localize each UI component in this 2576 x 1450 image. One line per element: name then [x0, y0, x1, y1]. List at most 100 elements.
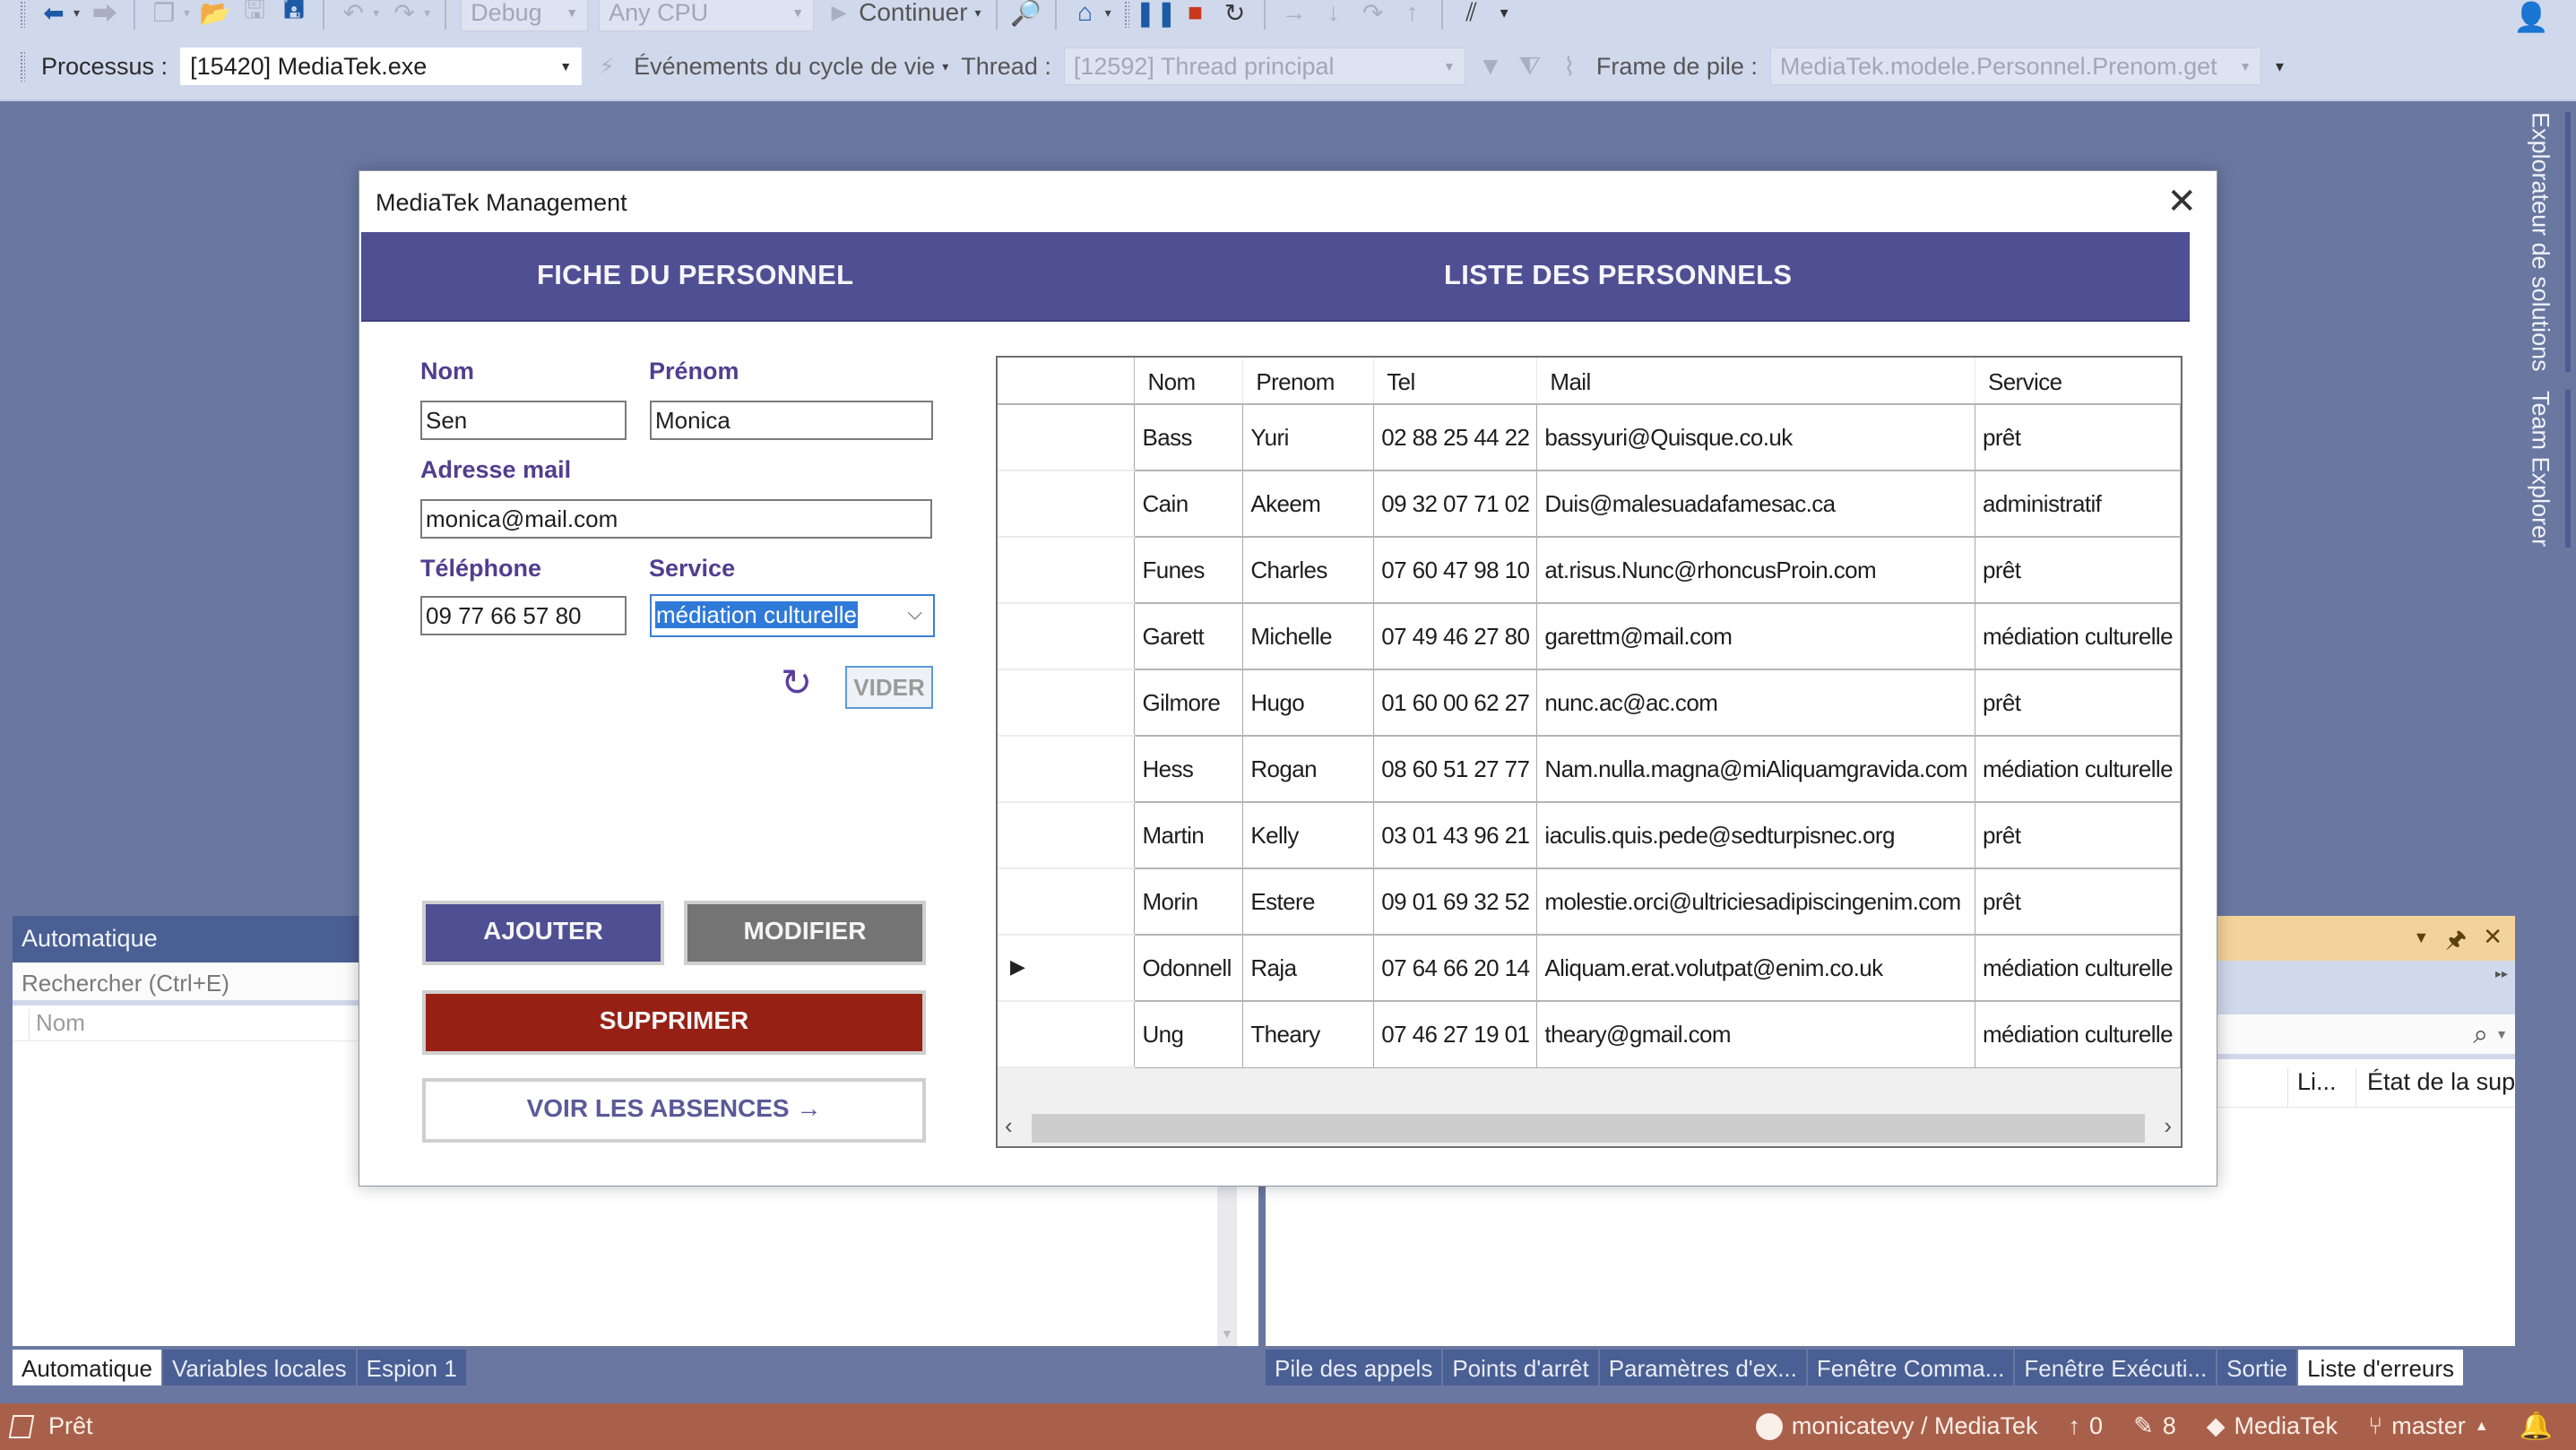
- undo-dropdown-icon[interactable]: ▾: [373, 5, 379, 21]
- column-header-tel[interactable]: Tel: [1373, 358, 1538, 405]
- cell-service[interactable]: prêt: [1974, 801, 2181, 869]
- platform-select[interactable]: Any CPU ▼: [599, 0, 815, 31]
- cell-nom[interactable]: Morin: [1134, 867, 1244, 936]
- column-header-nom[interactable]: Nom: [1134, 358, 1244, 405]
- toolbar-grip[interactable]: [1123, 0, 1129, 28]
- stop-icon[interactable]: ■: [1180, 0, 1212, 29]
- cell-nom[interactable]: Bass: [1134, 403, 1244, 471]
- cell-prenom[interactable]: Akeem: [1242, 470, 1375, 538]
- column-header-service[interactable]: Service: [1975, 358, 2181, 405]
- cell-mail[interactable]: iaculis.quis.pede@sedturpisnec.org: [1536, 801, 1975, 869]
- redo-icon[interactable]: ↷: [388, 0, 420, 29]
- new-project-icon[interactable]: ❐: [148, 0, 180, 29]
- window-position-icon[interactable]: ▼: [2413, 928, 2429, 962]
- cell-mail[interactable]: Duis@malesuadafamesac.ca: [1536, 470, 1975, 538]
- cell-prenom[interactable]: Theary: [1242, 1000, 1375, 1068]
- row-header[interactable]: [998, 735, 1136, 803]
- toolbar-overflow-icon[interactable]: ▾: [2276, 57, 2284, 76]
- row-header[interactable]: [998, 669, 1136, 737]
- autos-vertical-scrollbar[interactable]: ▼: [1217, 1185, 1237, 1346]
- cell-service[interactable]: médiation culturelle: [1974, 602, 2181, 670]
- cell-tel[interactable]: 07 46 27 19 01: [1373, 1000, 1538, 1068]
- cell-mail[interactable]: Nam.nulla.magna@miAliquamgravida.com: [1536, 735, 1975, 803]
- branch-button[interactable]: ⑂ master ▲: [2368, 1412, 2489, 1440]
- pending-changes-button[interactable]: ✎ 8: [2133, 1412, 2176, 1440]
- nom-input[interactable]: [420, 401, 627, 440]
- cell-tel[interactable]: 07 49 46 27 80: [1373, 602, 1538, 670]
- table-row[interactable]: ▶ Odonnell Raja 07 64 66 20 14 Aliquam.erat.…: [998, 934, 2181, 1002]
- cell-prenom[interactable]: Kelly: [1242, 801, 1375, 869]
- close-window-button[interactable]: ✕: [2166, 184, 2197, 220]
- step-out-icon[interactable]: ↑: [1396, 0, 1429, 29]
- browser-link-icon[interactable]: ⌂: [1069, 0, 1102, 29]
- cell-tel[interactable]: 07 64 66 20 14: [1373, 934, 1538, 1002]
- table-row[interactable]: Morin Estere 09 01 69 32 52 molestie.orci@u…: [998, 867, 2181, 936]
- flag-threads-icon[interactable]: ▼: [1474, 50, 1507, 82]
- tab-team-explorer[interactable]: Team Explorer: [2515, 390, 2571, 548]
- cell-prenom[interactable]: Charles: [1242, 536, 1375, 604]
- toolbar-grip[interactable]: [20, 0, 25, 28]
- search-options-icon[interactable]: ▼: [2495, 1027, 2508, 1041]
- show-next-statement-icon[interactable]: →: [1278, 0, 1310, 29]
- tab-watch-1[interactable]: Espion 1: [357, 1350, 466, 1385]
- cell-nom[interactable]: Hess: [1134, 735, 1244, 803]
- view-absences-button[interactable]: VOIR LES ABSENCES →: [422, 1078, 926, 1143]
- lifecycle-events-menu[interactable]: Événements du cycle de vie: [634, 53, 935, 81]
- stackframe-select[interactable]: MediaTek.modele.Personnel.Prenom.get ▼: [1769, 47, 2261, 85]
- cell-nom[interactable]: Garett: [1134, 602, 1244, 670]
- toolbar-grip[interactable]: [20, 51, 25, 82]
- toolbar-overflow-icon[interactable]: ▸▸: [2495, 966, 2508, 981]
- row-header[interactable]: [998, 403, 1136, 471]
- refresh-icon[interactable]: ↻: [781, 660, 812, 704]
- configuration-select[interactable]: Debug ▼: [461, 0, 589, 31]
- row-header[interactable]: [998, 867, 1136, 936]
- clear-button[interactable]: VIDER: [845, 666, 933, 709]
- hex-display-icon[interactable]: ⫽: [1456, 0, 1488, 29]
- repository-project-button[interactable]: ◆ MediaTek: [2207, 1412, 2338, 1440]
- scroll-left-icon[interactable]: ‹: [1005, 1112, 1013, 1140]
- unpushed-commits-button[interactable]: ↑ 0: [2069, 1412, 2104, 1440]
- pin-icon[interactable]: 🖈: [2445, 923, 2467, 962]
- cell-mail[interactable]: garettm@mail.com: [1536, 602, 1975, 670]
- continue-button[interactable]: Continuer: [859, 0, 967, 27]
- repository-button[interactable]: monicatevy / MediaTek: [1755, 1412, 2038, 1440]
- navigate-back-icon[interactable]: ⬅: [38, 0, 70, 29]
- personnel-grid[interactable]: Nom Prenom Tel Mail Service Bass Yuri 02 8…: [996, 356, 2183, 1148]
- row-header[interactable]: [998, 1000, 1136, 1068]
- pause-icon[interactable]: ❚❚: [1135, 0, 1177, 29]
- column-header-line[interactable]: Li...: [2287, 1068, 2337, 1108]
- tab-solution-explorer[interactable]: Explorateur de solutions: [2515, 112, 2571, 372]
- scroll-down-icon[interactable]: ▼: [1221, 1326, 1233, 1341]
- cell-tel[interactable]: 09 01 69 32 52: [1373, 867, 1538, 936]
- service-select[interactable]: médiation culturelle ⌵: [650, 594, 935, 637]
- row-header[interactable]: [998, 602, 1136, 670]
- flag-all-threads-icon[interactable]: ⧨: [1514, 50, 1546, 82]
- cell-nom[interactable]: Gilmore: [1134, 669, 1244, 737]
- table-row[interactable]: Garett Michelle 07 49 46 27 80 garettm@mail…: [998, 602, 2181, 670]
- cell-nom[interactable]: Ung: [1134, 1000, 1244, 1068]
- save-icon[interactable]: 🖫: [238, 0, 271, 29]
- table-row[interactable]: Funes Charles 07 60 47 98 10 at.risus.Nunc@…: [998, 536, 2181, 604]
- tab-error-list[interactable]: Liste d'erreurs: [2298, 1350, 2464, 1385]
- open-file-icon[interactable]: 📂: [199, 0, 231, 29]
- cell-prenom[interactable]: Michelle: [1242, 602, 1375, 670]
- horizontal-scrollbar[interactable]: ‹ ›: [998, 1110, 2181, 1146]
- tab-immediate-window[interactable]: Fenêtre Exécuti...: [2015, 1350, 2217, 1385]
- tab-autos[interactable]: Automatique: [13, 1350, 161, 1385]
- lifecycle-dropdown-icon[interactable]: ▾: [942, 59, 948, 74]
- thread-select[interactable]: [12592] Thread principal ▼: [1063, 47, 1465, 85]
- telephone-input[interactable]: [420, 596, 627, 635]
- notifications-bell-icon[interactable]: 🔔: [2520, 1411, 2553, 1442]
- navigate-forward-icon[interactable]: ⮕: [89, 0, 121, 29]
- lifecycle-events-icon[interactable]: ⚡: [591, 50, 623, 82]
- column-header-prenom[interactable]: Prenom: [1242, 358, 1375, 405]
- mail-input[interactable]: [420, 499, 932, 539]
- table-row[interactable]: Gilmore Hugo 01 60 00 62 27 nunc.ac@ac.com p…: [998, 669, 2181, 737]
- cell-tel[interactable]: 01 60 00 62 27: [1373, 669, 1538, 737]
- cell-mail[interactable]: nunc.ac@ac.com: [1536, 669, 1975, 737]
- row-header[interactable]: ▶: [998, 934, 1136, 1002]
- step-into-icon[interactable]: ↓: [1318, 0, 1350, 29]
- add-button[interactable]: AJOUTER: [422, 901, 664, 965]
- cell-prenom[interactable]: Yuri: [1242, 403, 1375, 471]
- feedback-icon[interactable]: 👤: [2513, 0, 2549, 34]
